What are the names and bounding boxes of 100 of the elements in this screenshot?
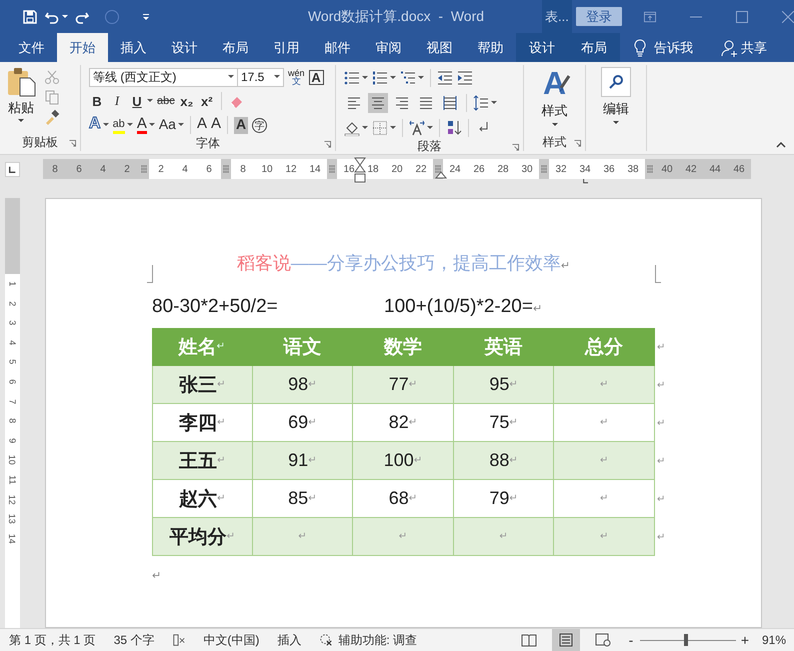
- multilevel-list-icon[interactable]: [400, 70, 416, 86]
- accessibility-status[interactable]: 辅助功能: 调查: [319, 632, 418, 648]
- align-icon: [418, 94, 434, 110]
- format-button[interactable]: x²: [198, 94, 215, 108]
- tell-me-button[interactable]: 告诉我: [634, 33, 693, 62]
- font-effect-button[interactable]: A: [196, 116, 207, 134]
- caret-icon[interactable]: [362, 126, 368, 130]
- brush-icon[interactable]: [44, 109, 60, 125]
- customize-icon[interactable]: [142, 12, 150, 20]
- caret-icon[interactable]: [362, 76, 368, 80]
- ribbon-tab[interactable]: 设计: [516, 33, 568, 62]
- caret-icon[interactable]: [102, 123, 109, 127]
- column-marker-icon[interactable]: [645, 159, 655, 179]
- caret-icon[interactable]: [491, 100, 497, 104]
- language-status[interactable]: 中文(中国): [203, 632, 260, 648]
- column-marker-icon[interactable]: [139, 159, 149, 179]
- caret-icon[interactable]: [148, 123, 155, 127]
- zoom-level[interactable]: 91%: [762, 633, 786, 647]
- format-button[interactable]: U: [129, 94, 145, 108]
- caret-icon[interactable]: [178, 123, 184, 127]
- ribbon-tab[interactable]: 邮件: [312, 33, 363, 62]
- tab-selector-icon[interactable]: [5, 162, 20, 176]
- phonetic-guide-button[interactable]: wén 文: [288, 69, 305, 85]
- format-button[interactable]: abc: [157, 95, 175, 107]
- ribbon-tab[interactable]: 帮助: [465, 33, 516, 62]
- word-count[interactable]: 35 个字: [114, 632, 154, 648]
- styles-button[interactable]: A 样式: [542, 67, 568, 133]
- right-indent-icon[interactable]: [435, 171, 447, 179]
- row-end-mark: ↵: [656, 530, 666, 544]
- ruler-number: 11: [6, 475, 18, 484]
- editing-button[interactable]: 编辑: [601, 67, 631, 151]
- dialog-launcher-icon[interactable]: [324, 141, 331, 148]
- zoom-in-button[interactable]: +: [740, 632, 750, 648]
- group-label: 样式: [542, 134, 566, 150]
- group-label: 字体: [196, 135, 220, 152]
- save-icon[interactable]: [22, 8, 38, 24]
- ribbon-tab[interactable]: 布局: [568, 33, 620, 62]
- ribbon-tab[interactable]: 开始: [57, 33, 108, 62]
- character-border-button[interactable]: A: [308, 70, 324, 84]
- align-button[interactable]: [368, 92, 388, 112]
- format-button[interactable]: x₂: [178, 94, 195, 108]
- ribbon-tab[interactable]: 引用: [261, 33, 312, 62]
- font-name-dropdown[interactable]: 等线 (西文正文): [89, 68, 238, 86]
- bullet-list-icon[interactable]: [344, 70, 360, 86]
- ruler-number: 24: [443, 159, 467, 179]
- caret-icon[interactable]: [390, 76, 396, 80]
- font-effect-button[interactable]: ab: [112, 116, 125, 134]
- caret-icon[interactable]: [62, 14, 68, 18]
- ruler-number: 2: [115, 159, 139, 179]
- print-view-button[interactable]: [552, 629, 580, 651]
- format-button[interactable]: I: [109, 93, 125, 109]
- tab-stop-icon[interactable]: [582, 179, 589, 184]
- decrease-indent-icon[interactable]: [437, 70, 453, 86]
- dialog-launcher-icon[interactable]: [69, 140, 76, 147]
- login-button[interactable]: 登录: [576, 7, 622, 26]
- column-marker-icon[interactable]: [327, 159, 337, 179]
- ribbon-display-icon[interactable]: [644, 10, 656, 22]
- borders-icon[interactable]: [372, 120, 388, 136]
- font-size-dropdown[interactable]: 17.5: [237, 68, 284, 86]
- proofing-icon[interactable]: [172, 633, 186, 647]
- font-effect-button[interactable]: Aa: [158, 116, 176, 134]
- close-icon[interactable]: [782, 10, 794, 22]
- ribbon-tab[interactable]: 布局: [210, 33, 261, 62]
- ribbon-tab[interactable]: 文件: [6, 33, 57, 62]
- increase-indent-icon[interactable]: [457, 70, 473, 86]
- line-spacing-icon[interactable]: [473, 94, 489, 110]
- numbered-list-icon[interactable]: [372, 70, 388, 86]
- ribbon-tab[interactable]: 设计: [159, 33, 210, 62]
- font-effect-button[interactable]: A: [136, 116, 147, 134]
- caret-icon[interactable]: [147, 99, 153, 103]
- font-effect-button[interactable]: A: [234, 116, 248, 134]
- align-icon: [346, 94, 362, 110]
- page-count[interactable]: 第 1 页，共 1 页: [9, 632, 96, 648]
- format-button[interactable]: B: [89, 94, 105, 108]
- dialog-launcher-icon[interactable]: [512, 144, 519, 151]
- ruler-number: 8: [43, 159, 67, 179]
- maximize-icon[interactable]: [736, 10, 748, 22]
- column-marker-icon[interactable]: [221, 159, 231, 179]
- font-effect-button[interactable]: 字: [252, 118, 268, 132]
- vertical-ruler[interactable]: 1 2 3 4 5 6 7 8 9 10 11 12 13 14: [5, 198, 20, 628]
- ribbon-tab[interactable]: 插入: [108, 33, 159, 62]
- caret-icon[interactable]: [126, 123, 133, 127]
- caret-icon[interactable]: [418, 76, 424, 80]
- share-button[interactable]: 共享: [721, 33, 767, 62]
- caret-icon[interactable]: [390, 126, 396, 130]
- ribbon-tab[interactable]: 视图: [414, 33, 465, 62]
- font-effect-button[interactable]: A: [210, 116, 221, 134]
- dialog-launcher-icon[interactable]: [574, 140, 581, 147]
- sort-icon[interactable]: [446, 120, 462, 136]
- zoom-out-button[interactable]: -: [626, 632, 636, 648]
- paragraph-mark: ↵: [560, 260, 570, 272]
- caret-icon[interactable]: [427, 126, 433, 130]
- ruler-number: 42: [679, 159, 703, 179]
- paste-button[interactable]: 粘贴: [6, 67, 36, 131]
- insert-mode-status[interactable]: 插入: [277, 632, 302, 648]
- collapse-ribbon-icon[interactable]: [776, 142, 786, 148]
- column-marker-icon[interactable]: [539, 159, 549, 179]
- paint-bucket-icon[interactable]: [344, 120, 360, 136]
- ribbon-tab[interactable]: 审阅: [363, 33, 414, 62]
- chinese-layout-icon[interactable]: [409, 120, 425, 136]
